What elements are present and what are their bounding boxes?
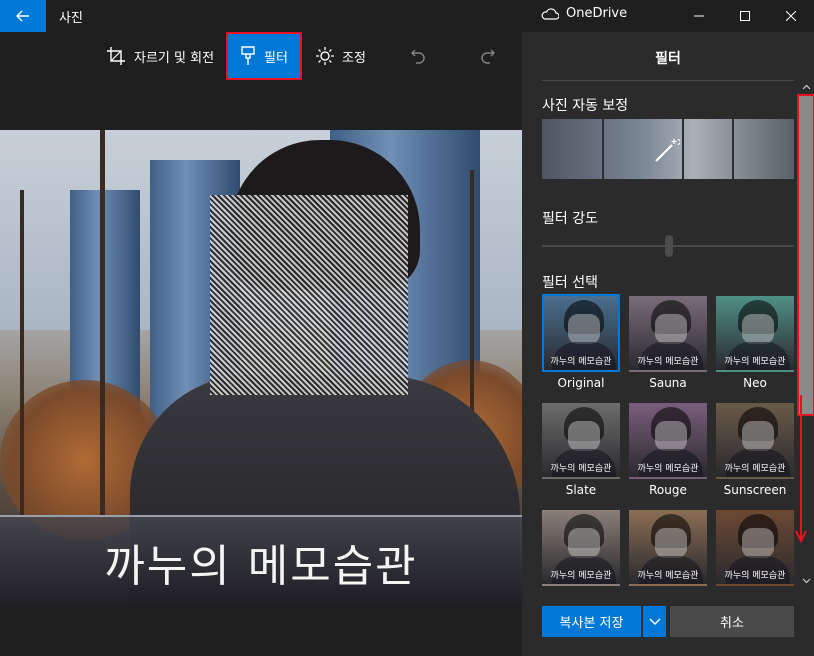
scroll-up-button[interactable] (799, 80, 814, 94)
sun-icon (316, 47, 334, 65)
chevron-up-icon (802, 84, 811, 90)
panel-divider (542, 80, 794, 81)
filter-option[interactable]: 까누의 메모습관 Original (542, 294, 620, 390)
thumbnail-caption: 까누의 메모습관 (637, 357, 699, 367)
filter-thumbnail[interactable]: 까누의 메모습관 (542, 508, 620, 586)
undo-icon (411, 49, 425, 64)
thumbnail-caption: 까누의 메모습관 (724, 571, 786, 581)
filter-option[interactable]: 까누의 메모습관 Neo (716, 294, 794, 390)
thumbnail-figure (568, 314, 600, 344)
chevron-down-icon (802, 578, 811, 584)
thumbnail-figure (742, 421, 774, 451)
filter-label: 필터 (264, 50, 288, 66)
thumb-stripe (732, 119, 734, 179)
minimize-icon (694, 15, 704, 17)
photo-tree (20, 190, 24, 515)
filter-tool[interactable]: 필터 (226, 32, 302, 80)
thumbnail-figure (568, 528, 600, 558)
filter-option-label: Original (557, 376, 605, 390)
undo-button[interactable] (410, 32, 426, 80)
filter-option[interactable]: 까누의 메모습관 Rouge (629, 401, 707, 497)
filter-thumbnail[interactable]: 까누의 메모습관 (629, 508, 707, 586)
photo-editor: 자르기 및 회전 필터 조정 까누의 메모습관 (0, 32, 522, 656)
onedrive-status[interactable]: OneDrive (541, 6, 627, 21)
filter-option-label: Slate (565, 483, 597, 497)
chevron-down-icon (649, 618, 660, 625)
filter-thumbnail[interactable]: 까누의 메모습관 (542, 294, 620, 372)
onedrive-label: OneDrive (566, 6, 628, 21)
filter-strength-label: 필터 강도 (542, 211, 598, 227)
close-icon (786, 11, 796, 21)
back-button[interactable] (0, 0, 46, 32)
scroll-thumb[interactable] (797, 94, 814, 416)
thumbnail-figure (655, 314, 687, 344)
cancel-button[interactable]: 취소 (670, 606, 794, 637)
crop-rotate-label: 자르기 및 회전 (134, 50, 215, 66)
filter-option[interactable]: 까누의 메모습관 Slate (542, 401, 620, 497)
maximize-icon (740, 11, 750, 21)
thumbnail-figure (742, 314, 774, 344)
scroll-down-button[interactable] (799, 574, 814, 588)
action-bar: 복사본 저장 취소 (522, 596, 814, 656)
filter-option[interactable]: 까누의 메모습관 (716, 508, 794, 586)
adjust-tool[interactable]: 조정 (316, 32, 366, 80)
app-title: 사진 (59, 11, 83, 26)
thumbnail-figure (568, 421, 600, 451)
filter-option[interactable]: 까누의 메모습관 Sunscreen (716, 401, 794, 497)
thumbnail-caption: 까누의 메모습관 (550, 357, 612, 367)
thumbnail-figure (655, 421, 687, 451)
filter-option[interactable]: 까누의 메모습관 Sauna (629, 294, 707, 390)
filter-select-label: 필터 선택 (542, 275, 598, 291)
filter-option-label: Sunscreen (723, 483, 787, 497)
auto-enhance-thumbnail[interactable] (542, 119, 794, 179)
photo-canvas[interactable]: 까누의 메모습관 (0, 130, 522, 607)
thumbnail-figure (742, 528, 774, 558)
auto-enhance-label: 사진 자동 보정 (542, 98, 629, 114)
thumb-stripe (682, 119, 684, 179)
adjust-label: 조정 (342, 50, 366, 66)
save-options-button[interactable] (643, 606, 666, 637)
edit-toolbar: 자르기 및 회전 필터 조정 (0, 32, 522, 80)
filter-thumbnail[interactable]: 까누의 메모습관 (629, 294, 707, 372)
panel-title: 필터 (655, 51, 681, 67)
brush-icon (241, 46, 255, 65)
thumbnail-caption: 까누의 메모습관 (637, 571, 699, 581)
thumbnail-caption: 까누의 메모습관 (724, 464, 786, 474)
maximize-button[interactable] (722, 0, 768, 32)
photo-caption: 까누의 메모습관 (104, 541, 418, 592)
crop-rotate-tool[interactable]: 자르기 및 회전 (106, 32, 214, 80)
filter-thumbnail[interactable]: 까누의 메모습관 (629, 401, 707, 479)
filter-option-label: Neo (743, 376, 767, 390)
thumbnail-caption: 까누의 메모습관 (550, 464, 612, 474)
filter-panel: 필터 사진 자동 보정 필터 강도 필터 선택 까누의 메모습관 Original… (522, 32, 814, 656)
cloud-icon (541, 7, 559, 20)
close-button[interactable] (768, 0, 814, 32)
scroll-indicator-arrow-icon (795, 395, 807, 544)
redo-button[interactable] (480, 32, 496, 80)
thumbnail-caption: 까누의 메모습관 (724, 357, 786, 367)
title-bar: 사진 OneDrive (0, 0, 814, 32)
filter-strength-thumb[interactable] (665, 235, 673, 257)
filter-thumbnail[interactable]: 까누의 메모습관 (716, 294, 794, 372)
filter-option-label: Rouge (649, 483, 687, 497)
redo-icon (481, 49, 495, 64)
thumbnail-figure (655, 528, 687, 558)
filter-option[interactable]: 까누의 메모습관 (542, 508, 620, 586)
photo-face (210, 195, 408, 395)
save-copy-button[interactable]: 복사본 저장 (542, 606, 641, 637)
thumb-stripe (602, 119, 604, 179)
magic-wand-icon (655, 138, 681, 162)
photo-tree (100, 130, 105, 515)
filter-option[interactable]: 까누의 메모습관 (629, 508, 707, 586)
thumbnail-caption: 까누의 메모습관 (637, 464, 699, 474)
minimize-button[interactable] (676, 0, 722, 32)
filter-thumbnail[interactable]: 까누의 메모습관 (716, 401, 794, 479)
filter-thumbnail[interactable]: 까누의 메모습관 (542, 401, 620, 479)
crop-icon (107, 47, 125, 65)
thumbnail-caption: 까누의 메모습관 (550, 571, 612, 581)
filter-thumbnail[interactable]: 까누의 메모습관 (716, 508, 794, 586)
back-arrow-icon (16, 10, 29, 22)
filter-option-label: Sauna (649, 376, 687, 390)
